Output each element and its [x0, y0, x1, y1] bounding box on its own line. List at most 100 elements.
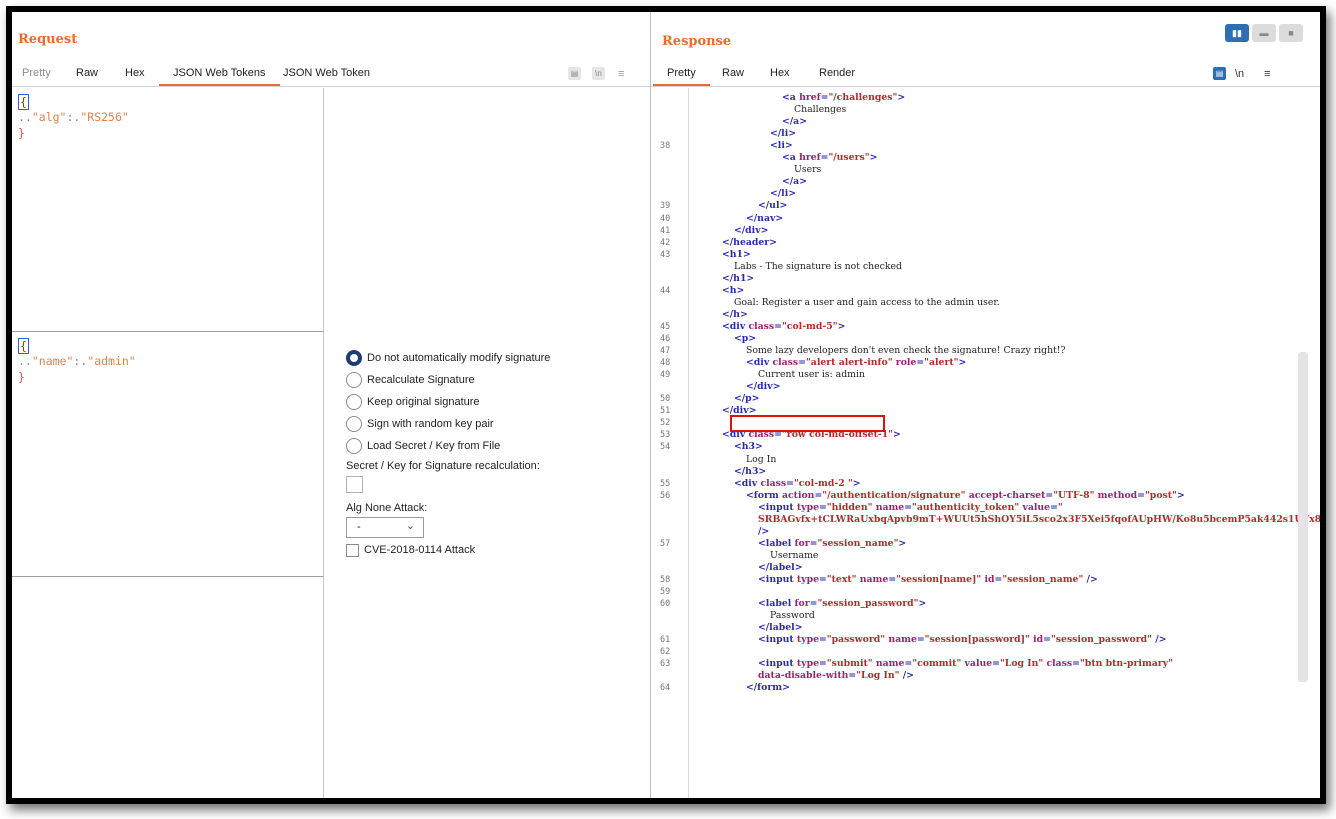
code-line: </label>: [758, 622, 802, 633]
code-token: "UTF-8": [1053, 489, 1095, 501]
code-token: =: [1050, 501, 1058, 513]
line-number: 40: [660, 213, 671, 224]
code-token: type: [796, 634, 819, 646]
code-line: Current user is: admin: [758, 369, 865, 380]
code-token: <a: [782, 152, 800, 164]
tab-render[interactable]: Render: [819, 67, 855, 79]
code-token: "password": [826, 634, 886, 646]
menu-icon[interactable]: ≡: [618, 67, 624, 81]
code-token: for: [794, 598, 810, 610]
code-token: =: [1043, 634, 1051, 646]
tab-json-web-token[interactable]: JSON Web Token: [283, 67, 370, 79]
code-token: ": [1057, 501, 1063, 513]
line-number: 59: [660, 587, 671, 598]
code-token: </nav>: [746, 212, 784, 224]
tab-pretty[interactable]: Pretty: [22, 67, 51, 79]
code-token: <h1>: [722, 248, 751, 260]
code-token: class: [1043, 658, 1073, 670]
radio[interactable]: [346, 394, 362, 410]
code-token: >: [958, 357, 967, 369]
request-tabs: Pretty Raw Hex JSON Web Tokens JSON Web …: [12, 62, 650, 87]
jwt-payload-editor[interactable]: { .."name":."admin" }: [12, 332, 324, 577]
tab-json-web-tokens[interactable]: JSON Web Tokens: [159, 67, 279, 86]
code-token: action: [781, 489, 815, 501]
response-pane: Response ▮▮ ▬ ■ Pretty Raw Hex Render ▤ …: [651, 12, 1320, 798]
tab-raw[interactable]: Raw: [722, 67, 744, 79]
code-token: name: [872, 658, 905, 670]
code-token: "session_password": [817, 598, 919, 610]
code-line: <a href="/challenges">: [782, 92, 905, 103]
split-layout-icon[interactable]: ▮▮: [1225, 24, 1249, 42]
code-token: type: [796, 501, 819, 513]
code-line: </a>: [782, 116, 807, 127]
newline-icon[interactable]: \n: [592, 67, 605, 80]
code-token: Challenges: [794, 104, 847, 116]
response-code-view[interactable]: <a href="/challenges"> Challenges </a> </li…: [651, 88, 1320, 798]
tab-hex[interactable]: Hex: [770, 67, 790, 79]
code-token: Labs - The signature is not checked: [734, 260, 902, 272]
code-token: "alert alert-info": [805, 357, 893, 369]
response-title: Response: [662, 34, 732, 49]
code-line: <input type="submit" name="commit" value…: [758, 658, 1173, 669]
code-token: "session[password]": [924, 634, 1030, 646]
horizontal-layout-icon[interactable]: ▬: [1252, 24, 1276, 42]
code-line: <h3>: [734, 441, 763, 452]
code-line: </li>: [770, 188, 796, 199]
code-token: <div: [746, 357, 773, 369]
radio[interactable]: [346, 372, 362, 388]
wrap-icon[interactable]: ▤: [1213, 67, 1226, 80]
code-token: "Log In": [999, 658, 1044, 670]
scrollbar[interactable]: [1298, 352, 1308, 682]
line-number: 46: [660, 334, 671, 344]
alg-none-select[interactable]: - ⌄: [346, 517, 424, 538]
line-number: 63: [660, 659, 671, 670]
tab-raw[interactable]: Raw: [76, 67, 98, 79]
radio[interactable]: [346, 416, 362, 432]
burp-window: Request Pretty Raw Hex JSON Web Tokens J…: [6, 6, 1326, 804]
code-line: </ul>: [758, 200, 787, 211]
code-line: </label>: [758, 562, 802, 573]
code-token: value: [961, 658, 993, 670]
code-token: "post": [1144, 489, 1177, 501]
code-token: <div: [734, 477, 761, 489]
code-token: <h3>: [734, 441, 763, 453]
code-token: =: [916, 357, 925, 369]
line-number: 49: [660, 370, 671, 381]
cve-checkbox[interactable]: [346, 544, 359, 557]
radio[interactable]: [346, 438, 362, 454]
newline-icon[interactable]: \n: [1235, 67, 1244, 81]
line-number: 64: [660, 683, 671, 694]
code-token: =: [786, 477, 794, 489]
code-line: <h>: [722, 285, 744, 296]
code-token: </h3>: [734, 465, 767, 477]
code-token: "session_name": [817, 537, 899, 549]
code-line: />: [758, 526, 769, 537]
single-layout-icon[interactable]: ■: [1279, 24, 1303, 42]
code-token: SRBAGvfx+tCLWRaUxbqApvb9mT+WUUt5hShOY5iL…: [758, 513, 1326, 525]
radio-selected[interactable]: [346, 350, 362, 366]
code-token: </a>: [782, 116, 807, 128]
code-token: id: [981, 574, 995, 585]
code-token: "Log In": [856, 670, 900, 682]
code-token: </div>: [746, 381, 781, 393]
tab-hex[interactable]: Hex: [125, 67, 145, 79]
code-line: <h1>: [722, 249, 751, 260]
secret-input[interactable]: [346, 476, 363, 493]
tab-pretty[interactable]: Pretty: [653, 67, 710, 86]
code-token: "hidden": [826, 501, 873, 513]
jwt-header-editor[interactable]: { .."alg":."RS256" }: [12, 88, 324, 332]
code-line: </a>: [782, 176, 807, 187]
code-token: </li>: [770, 128, 797, 140]
line-number: 38: [660, 141, 671, 152]
code-token: <a: [782, 92, 800, 103]
jwt-signature-editor[interactable]: [12, 577, 324, 798]
wrap-icon[interactable]: ▤: [568, 67, 581, 80]
code-token: "session_name": [1002, 574, 1084, 585]
code-token: value: [1019, 501, 1051, 513]
line-number: 51: [660, 406, 671, 417]
line-number: 39: [660, 201, 671, 212]
menu-icon[interactable]: ≡: [1264, 67, 1270, 81]
code-token: <form: [746, 489, 782, 501]
code-token: =: [819, 634, 827, 646]
code-token: =: [798, 357, 806, 369]
